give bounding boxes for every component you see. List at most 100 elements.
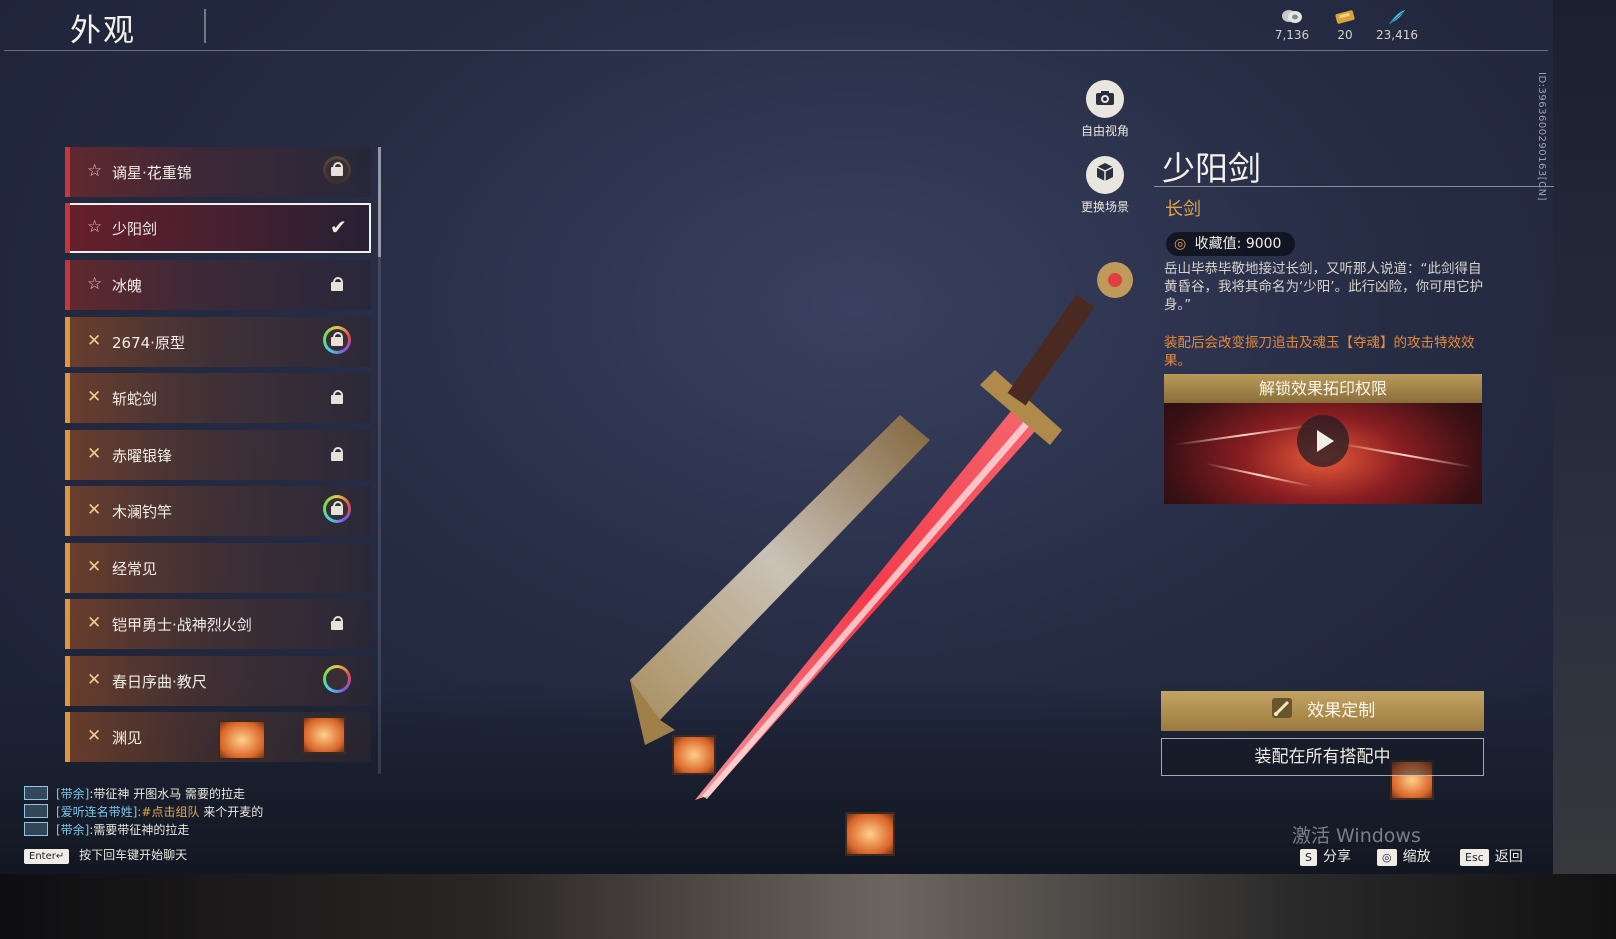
back-label: 返回	[1494, 849, 1523, 865]
sword-pommel-core	[1108, 273, 1122, 287]
currency-coin: 7,136	[1262, 8, 1322, 42]
item-type: 长剑	[1165, 199, 1201, 220]
sword-grip	[1007, 294, 1095, 406]
ornament-icon: ✕	[87, 387, 102, 407]
collection-value: 收藏值: 9000	[1194, 236, 1282, 252]
chat-message: [带余]:带征神 开图水马 需要的拉走	[24, 785, 263, 803]
brush-icon	[1270, 695, 1294, 735]
star-icon: ☆	[87, 274, 103, 294]
list-item[interactable]: ✕ 经常见	[65, 543, 371, 593]
list-item[interactable]: ✕ 赤曜银锋	[65, 430, 371, 480]
list-item-label: 木澜钓竿	[112, 503, 173, 521]
video-title: 解锁效果拓印权限	[1164, 374, 1482, 403]
light-streak	[1204, 462, 1314, 488]
windows-activation-watermark: 激活 Windows	[1292, 825, 1421, 847]
list-item-label: 春日序曲·教尺	[112, 673, 207, 691]
star-icon: ☆	[87, 217, 103, 237]
equip-all-button[interactable]: 装配在所有搭配中	[1161, 738, 1484, 776]
ticket-icon	[1315, 8, 1375, 26]
chat-text: :需要带征神的拉走	[89, 823, 190, 837]
free-view-label: 自由视角	[1080, 124, 1129, 138]
chat-sender[interactable]: [带余]	[56, 787, 89, 801]
list-item-label: 2674·原型	[112, 334, 185, 352]
ornament-icon: ✕	[87, 500, 102, 520]
effect-customize-button[interactable]: 效果定制	[1161, 691, 1484, 731]
floating-lantern	[672, 735, 716, 775]
share-hotkey[interactable]: S 分享	[1300, 846, 1351, 866]
appearance-list[interactable]: ☆ 谪星·花重锦 ☆ 少阳剑 ✔ ☆ 冰魄 ✕ 2674·原型 ✕ 斩蛇剑 ✕ …	[65, 147, 371, 774]
collection-icon: ◎	[1174, 236, 1187, 252]
chat-bubble-icon	[24, 786, 48, 800]
list-item[interactable]: ☆ 冰魄	[65, 260, 371, 310]
locked-ring-icon	[323, 156, 351, 184]
chat-text: :带征神 开图水马 需要的拉走	[89, 787, 246, 801]
enter-key-icon: Enter↵	[24, 849, 70, 864]
list-item-label: 斩蛇剑	[112, 390, 158, 408]
list-item[interactable]: ✕ 铠甲勇士·战神烈火剑	[65, 599, 371, 649]
rarity-bar	[65, 317, 70, 367]
esc-key: Esc	[1460, 849, 1489, 866]
detail-divider	[1154, 186, 1554, 187]
currency-feather-value: 23,416	[1376, 28, 1418, 42]
ornament-icon: ✕	[87, 613, 102, 633]
ornament-icon: ✕	[87, 331, 102, 351]
lock-icon	[331, 277, 343, 291]
play-icon[interactable]	[1297, 415, 1349, 467]
rarity-bar	[65, 373, 70, 423]
rarity-bar	[65, 543, 70, 593]
floating-lantern	[218, 720, 266, 760]
list-item[interactable]: ✕ 2674·原型	[65, 317, 371, 367]
chat-input-hint[interactable]: Enter↵ 按下回车键开始聊天	[24, 846, 187, 864]
light-streak	[1334, 441, 1474, 469]
chat-team-link[interactable]: :#点击组队	[137, 805, 199, 819]
star-icon: ☆	[87, 161, 103, 181]
list-item-label: 经常见	[112, 560, 158, 578]
lock-icon	[331, 501, 343, 515]
feather-icon	[1367, 8, 1427, 26]
collection-badge: ◎ 收藏值: 9000	[1166, 232, 1296, 256]
change-scene-label: 更换场景	[1080, 200, 1129, 214]
back-hotkey[interactable]: Esc 返回	[1460, 846, 1523, 866]
chat-sender[interactable]: [带余]	[56, 823, 89, 837]
zoom-label: 缩放	[1402, 849, 1431, 865]
lock-icon	[331, 332, 343, 346]
window-edge-right	[1553, 0, 1616, 939]
list-item[interactable]: ✕ 木澜钓竿	[65, 486, 371, 536]
chat-message: [带余]:需要带征神的拉走	[24, 821, 263, 839]
item-name: 少阳剑	[1162, 149, 1261, 188]
item-description: 岳山毕恭毕敬地接过长剑，又听那人说道：“此剑得自黄昏谷，我将其命名为‘少阳’。此…	[1164, 261, 1484, 313]
lock-icon	[331, 162, 343, 176]
lock-icon	[331, 447, 343, 461]
player-id: ID:3963600290163[CN]	[1536, 72, 1547, 201]
sword-preview[interactable]	[600, 250, 1160, 810]
rarity-bar	[65, 486, 70, 536]
camera-icon	[1086, 80, 1124, 118]
free-view-button[interactable]: 自由视角	[1080, 80, 1130, 139]
list-item-label: 谪星·花重锦	[112, 164, 192, 182]
chat-bubble-icon	[24, 822, 48, 836]
list-item[interactable]: ✕ 斩蛇剑	[65, 373, 371, 423]
ring-icon	[323, 665, 351, 693]
effect-note: 装配后会改变振刀追击及魂玉【夺魂】的攻击特效效果。	[1164, 335, 1475, 369]
rarity-bar	[65, 260, 70, 310]
list-item-label: 铠甲勇士·战神烈火剑	[112, 616, 252, 634]
zoom-hotkey[interactable]: ◎ 缩放	[1377, 846, 1431, 866]
mouse-icon: ◎	[1377, 849, 1397, 866]
ornament-icon: ✕	[87, 444, 102, 464]
list-item[interactable]: ✕ 春日序曲·教尺	[65, 656, 371, 706]
effect-preview-video[interactable]: 解锁效果拓印权限	[1164, 374, 1482, 504]
coin-stack-icon	[1262, 8, 1322, 26]
title-divider	[204, 9, 206, 43]
change-scene-button[interactable]: 更换场景	[1080, 156, 1130, 215]
list-scrollbar-thumb[interactable]	[378, 147, 381, 257]
chat-bubble-icon	[24, 804, 48, 818]
chat-sender[interactable]: [爱听连名带姓]	[56, 805, 137, 819]
chat-text: 来个开麦的	[199, 805, 264, 819]
list-item[interactable]: ☆ 谪星·花重锦	[65, 147, 371, 197]
share-label: 分享	[1322, 849, 1351, 865]
rarity-bar	[65, 712, 70, 762]
list-item-selected[interactable]: ☆ 少阳剑 ✔	[65, 203, 371, 253]
currency-feather: 23,416	[1367, 8, 1427, 42]
list-item-label: 冰魄	[112, 277, 143, 295]
page-title: 外观	[70, 13, 136, 49]
